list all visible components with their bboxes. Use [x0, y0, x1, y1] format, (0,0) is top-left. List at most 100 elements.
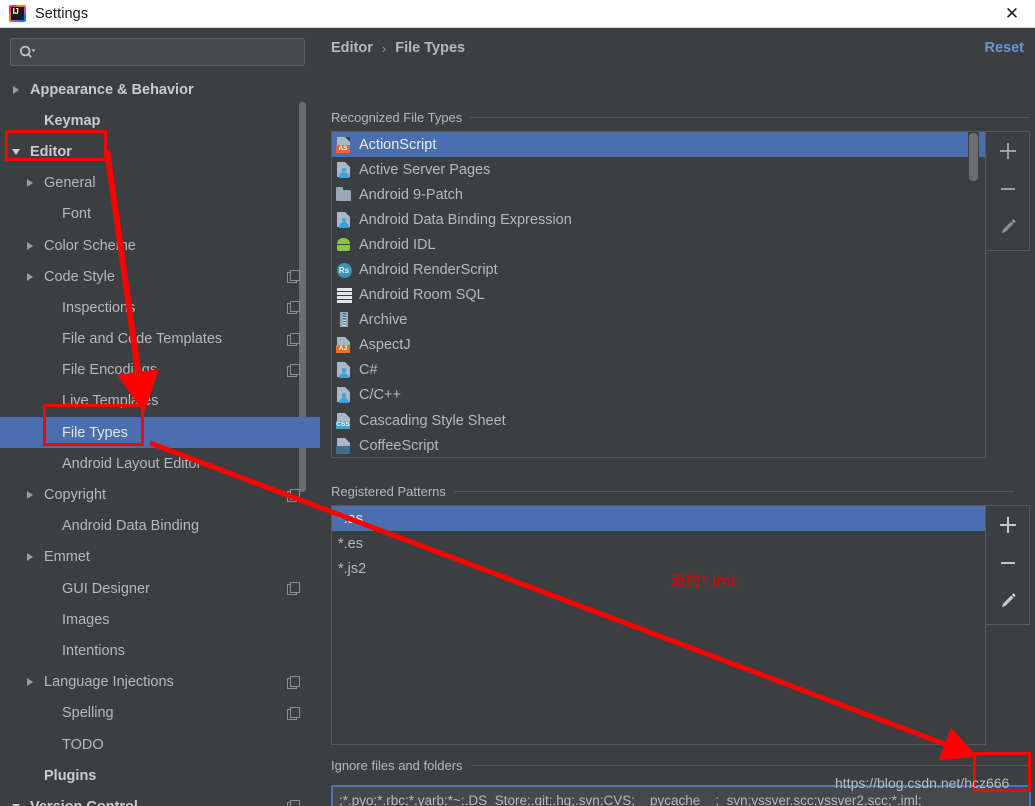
- copy-settings-icon[interactable]: [287, 363, 300, 377]
- sidebar-item-label: Font: [62, 206, 92, 223]
- file-type-row[interactable]: Android IDL: [332, 232, 985, 257]
- sidebar-item-editor[interactable]: Editor: [0, 136, 320, 167]
- sidebar-item-file-encodings[interactable]: File Encodings: [0, 355, 320, 386]
- registered-patterns-list[interactable]: *.as *.es *.js2: [331, 505, 986, 745]
- chevron-down-icon[interactable]: [12, 147, 22, 157]
- sidebar-item-live-templates[interactable]: Live Templates: [0, 386, 320, 417]
- sidebar-item-color-scheme[interactable]: Color Scheme: [0, 230, 320, 261]
- recognized-file-types-list[interactable]: AS ActionScript Active Server Pages Android…: [331, 131, 986, 458]
- breadcrumb: Editor › File Types: [331, 40, 465, 56]
- pattern-row[interactable]: *.js2: [332, 556, 985, 581]
- sidebar-item-version-control[interactable]: Version Control: [0, 791, 320, 806]
- recognized-file-types-title: Recognized File Types: [331, 110, 1031, 125]
- section-divider: [470, 117, 1031, 118]
- remove-pattern-button[interactable]: [986, 544, 1030, 582]
- sidebar-item-intentions[interactable]: Intentions: [0, 635, 320, 666]
- file-type-label: Archive: [359, 312, 408, 329]
- add-pattern-button[interactable]: [986, 506, 1030, 544]
- sidebar-item-images[interactable]: Images: [0, 604, 320, 635]
- breadcrumb-parent[interactable]: Editor: [331, 40, 373, 56]
- file-type-row[interactable]: AJ AspectJ: [332, 333, 985, 358]
- copy-settings-icon[interactable]: [287, 488, 300, 502]
- settings-tree[interactable]: Appearance & Behavior Keymap Editor General…: [0, 74, 320, 806]
- chevron-right-icon[interactable]: [26, 241, 36, 251]
- file-type-row[interactable]: Android Room SQL: [332, 283, 985, 308]
- file-type-row[interactable]: Rs Android RenderScript: [332, 257, 985, 282]
- sidebar-item-label: Keymap: [44, 112, 101, 129]
- chevron-right-icon[interactable]: [12, 85, 22, 95]
- chevron-down-icon[interactable]: [12, 802, 22, 806]
- sidebar-item-label: Plugins: [44, 767, 97, 784]
- file-type-label: Cascading Style Sheet: [359, 412, 506, 429]
- sidebar-item-label: TODO: [62, 736, 104, 753]
- sidebar-item-label: Android Layout Editor: [62, 455, 202, 472]
- edit-pattern-button[interactable]: [986, 582, 1030, 620]
- chevron-right-icon[interactable]: [26, 272, 36, 282]
- recognized-list-scrollbar-thumb[interactable]: [969, 133, 978, 181]
- sidebar-item-emmet[interactable]: Emmet: [0, 542, 320, 573]
- ignore-files-input[interactable]: [331, 785, 1031, 806]
- sidebar-item-font[interactable]: Font: [0, 199, 320, 230]
- folder-icon: [336, 187, 352, 203]
- file-type-label: Android 9-Patch: [359, 186, 463, 203]
- copy-settings-icon[interactable]: [287, 270, 300, 284]
- chevron-right-icon[interactable]: [26, 677, 36, 687]
- sidebar-item-appearance-behavior[interactable]: Appearance & Behavior: [0, 74, 320, 105]
- sidebar-item-todo[interactable]: TODO: [0, 729, 320, 760]
- sidebar-item-android-layout-editor[interactable]: Android Layout Editor: [0, 448, 320, 479]
- file-type-row[interactable]: CSS Cascading Style Sheet: [332, 408, 985, 433]
- sidebar-item-gui-designer[interactable]: GUI Designer: [0, 573, 320, 604]
- search-box[interactable]: [10, 38, 305, 66]
- chevron-right-icon[interactable]: [26, 178, 36, 188]
- chevron-right-icon[interactable]: [26, 490, 36, 500]
- add-file-type-button[interactable]: [986, 132, 1030, 170]
- copy-settings-icon[interactable]: [287, 332, 300, 346]
- pattern-label: *.js2: [338, 560, 367, 577]
- reset-link[interactable]: Reset: [985, 40, 1025, 56]
- sidebar-item-file-and-code-templates[interactable]: File and Code Templates: [0, 324, 320, 355]
- copy-settings-icon[interactable]: [287, 301, 300, 315]
- sidebar-item-label: Copyright: [44, 487, 107, 504]
- sidebar-item-file-types[interactable]: File Types: [0, 417, 320, 449]
- sheet-person-icon: [336, 161, 352, 178]
- copy-settings-icon[interactable]: [287, 800, 300, 806]
- sheet-badge-icon: AS: [336, 136, 352, 153]
- file-type-row[interactable]: Android Data Binding Expression: [332, 207, 985, 232]
- pattern-label: *.es: [338, 535, 363, 552]
- copy-settings-icon[interactable]: [287, 675, 300, 689]
- file-type-row[interactable]: Archive: [332, 308, 985, 333]
- sidebar-item-label: Version Control: [30, 799, 287, 806]
- remove-file-type-button[interactable]: [986, 170, 1030, 208]
- pattern-row[interactable]: *.es: [332, 531, 985, 556]
- pattern-row[interactable]: *.as: [332, 506, 985, 532]
- file-type-row[interactable]: AS ActionScript: [332, 132, 985, 158]
- section-divider: [453, 491, 1014, 492]
- sidebar-item-plugins[interactable]: Plugins: [0, 760, 320, 791]
- sidebar-item-general[interactable]: General: [0, 168, 320, 199]
- sidebar-item-code-style[interactable]: Code Style: [0, 261, 320, 292]
- recognized-list-scrollbar-track[interactable]: [968, 132, 979, 457]
- edit-file-type-button[interactable]: [986, 208, 1030, 246]
- sidebar-item-spelling[interactable]: Spelling: [0, 698, 320, 729]
- file-type-row[interactable]: CoffeeScript: [332, 433, 985, 457]
- file-type-row[interactable]: C#: [332, 358, 985, 383]
- copy-settings-icon[interactable]: [287, 706, 300, 720]
- minus-icon: [1000, 181, 1016, 197]
- chevron-right-icon[interactable]: [26, 552, 36, 562]
- android-icon: [336, 237, 352, 253]
- file-type-row[interactable]: Android 9-Patch: [332, 182, 985, 207]
- sidebar-item-inspections[interactable]: Inspections: [0, 292, 320, 323]
- close-icon[interactable]: ✕: [989, 0, 1035, 27]
- sidebar-item-label: Intentions: [62, 642, 125, 659]
- sidebar-item-language-injections[interactable]: Language Injections: [0, 667, 320, 698]
- sidebar-item-keymap[interactable]: Keymap: [0, 105, 320, 136]
- search-input[interactable]: [36, 44, 304, 60]
- file-type-row[interactable]: Active Server Pages: [332, 157, 985, 182]
- sidebar-item-android-data-binding[interactable]: Android Data Binding: [0, 511, 320, 542]
- sidebar-item-copyright[interactable]: Copyright: [0, 479, 320, 510]
- copy-settings-icon[interactable]: [287, 582, 300, 596]
- file-type-row[interactable]: C/C++: [332, 383, 985, 408]
- sidebar-item-label: File Encodings: [62, 362, 158, 379]
